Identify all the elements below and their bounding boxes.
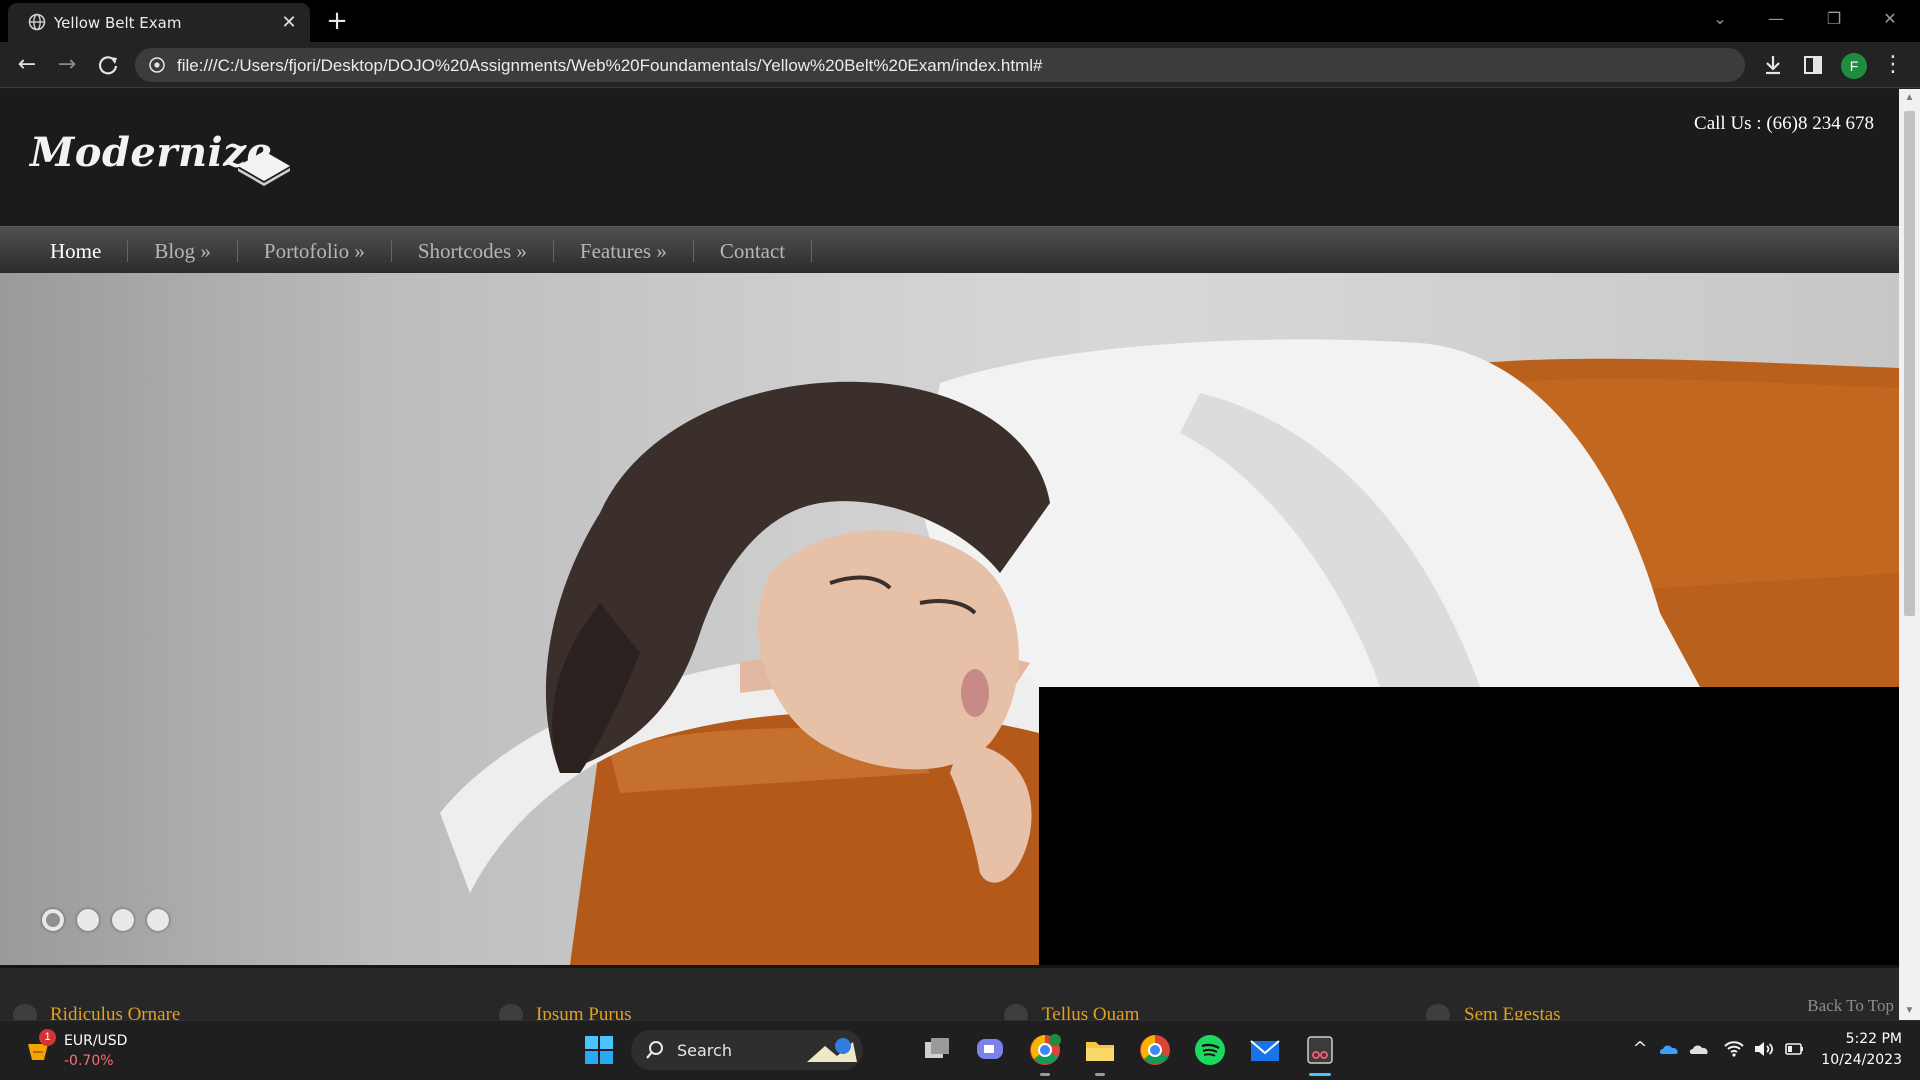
clock-time[interactable]: 5:22 PM — [1846, 1031, 1902, 1047]
running-indicator — [1095, 1073, 1105, 1076]
hero-slider — [0, 273, 1899, 965]
scrollbar-thumb[interactable] — [1904, 111, 1915, 616]
profile-avatar[interactable]: F — [1841, 53, 1867, 79]
site-header: Modernize Call Us : (66)8 234 678 — [0, 89, 1899, 226]
nav-item-shortcodes[interactable]: Shortcodes » — [392, 239, 554, 262]
search-label: Search — [677, 1041, 732, 1060]
chrome-icon[interactable] — [1138, 1033, 1172, 1067]
slide-caption-panel — [1039, 687, 1899, 965]
slider-dot-2[interactable] — [77, 909, 99, 931]
slider-dot-4[interactable] — [147, 909, 169, 931]
logo-diamond-icon — [238, 151, 290, 186]
globe-icon — [28, 13, 46, 31]
search-icon — [646, 1041, 663, 1059]
reload-icon[interactable] — [94, 51, 122, 79]
close-window-button[interactable]: ✕ — [1862, 0, 1918, 40]
taskbar-search[interactable]: Search — [631, 1030, 863, 1070]
call-us-text: Call Us : (66)8 234 678 — [1694, 113, 1874, 134]
slider-pagination — [42, 909, 182, 931]
onedrive-icon[interactable] — [1658, 1037, 1682, 1061]
task-view-icon[interactable] — [920, 1033, 954, 1067]
search-highlight-icon — [807, 1038, 857, 1062]
nav-item-portofolio[interactable]: Portofolio » — [238, 239, 392, 262]
clock-icon — [499, 1004, 523, 1020]
tab-close-icon[interactable]: ✕ — [278, 11, 300, 33]
main-navigation: Home Blog » Portofolio » Shortcodes » Fe… — [0, 226, 1899, 273]
features-row: Ridiculus Ornare Ipsum Purus Tellus Quam… — [0, 965, 1899, 1020]
windows-start-icon[interactable] — [582, 1033, 616, 1067]
url-text[interactable]: file:///C:/Users/fjori/Desktop/DOJO%20As… — [177, 56, 1043, 76]
page-viewport: Modernize Call Us : (66)8 234 678 Home B… — [0, 89, 1899, 1020]
nav-item-home[interactable]: Home — [24, 239, 129, 262]
slider-dot-3[interactable] — [112, 909, 134, 931]
spotify-icon[interactable] — [1193, 1033, 1227, 1067]
scroll-up-icon[interactable]: ▲ — [1899, 89, 1920, 107]
forward-arrow-icon[interactable]: → — [53, 51, 81, 79]
cloud-icon[interactable] — [1688, 1037, 1712, 1061]
browser-tab[interactable]: Yellow Belt Exam ✕ — [8, 3, 310, 42]
tab-search-icon[interactable]: ⌄ — [1692, 0, 1748, 40]
feature-title-3[interactable]: Tellus Quam — [1042, 1004, 1139, 1020]
ticker-symbol[interactable]: EUR/USD — [64, 1033, 127, 1049]
tray-chevron-icon[interactable]: ^ — [1628, 1037, 1652, 1061]
download-icon[interactable] — [1759, 51, 1787, 79]
feature-title-4[interactable]: Sem Egestas — [1464, 1004, 1561, 1020]
chrome-profile-icon[interactable] — [1028, 1033, 1062, 1067]
notification-badge: 1 — [39, 1029, 56, 1046]
browser-tabstrip: Yellow Belt Exam ✕ + ⌄ — ❐ ✕ — [0, 0, 1920, 42]
new-tab-button[interactable]: + — [322, 7, 352, 35]
tab-title: Yellow Belt Exam — [54, 14, 182, 32]
ticker-change[interactable]: -0.70% — [64, 1053, 114, 1069]
side-panel-icon[interactable] — [1799, 51, 1827, 79]
teams-chat-icon[interactable] — [973, 1033, 1007, 1067]
back-arrow-icon[interactable]: ← — [13, 51, 41, 79]
file-explorer-icon[interactable] — [1083, 1033, 1117, 1067]
running-indicator — [1040, 1073, 1050, 1076]
nav-item-features[interactable]: Features » — [554, 239, 694, 262]
feature-title-1[interactable]: Ridiculus Ornare — [50, 1004, 180, 1020]
refresh-icon — [1426, 1004, 1450, 1020]
wifi-icon[interactable] — [1722, 1037, 1746, 1061]
restore-button[interactable]: ❐ — [1806, 0, 1862, 40]
browser-menu-icon[interactable]: ⋮ — [1880, 51, 1906, 79]
site-info-icon[interactable] — [149, 57, 165, 73]
scroll-down-icon[interactable]: ▼ — [1899, 1002, 1920, 1020]
feature-icon-1 — [13, 1004, 37, 1020]
feature-title-2[interactable]: Ipsum Purus — [536, 1004, 632, 1020]
nav-item-contact[interactable]: Contact — [694, 239, 813, 262]
nav-item-blog[interactable]: Blog » — [128, 239, 238, 262]
battery-icon[interactable] — [1782, 1037, 1806, 1061]
volume-icon[interactable] — [1752, 1037, 1776, 1061]
address-bar[interactable]: file:///C:/Users/fjori/Desktop/DOJO%20As… — [135, 48, 1745, 82]
mail-icon[interactable] — [1248, 1033, 1282, 1067]
location-pin-icon — [1004, 1004, 1028, 1020]
active-app-indicator — [1309, 1073, 1331, 1076]
snipping-tool-icon[interactable] — [1303, 1033, 1337, 1067]
browser-toolbar: ← → file:///C:/Users/fjori/Desktop/DOJO%… — [0, 42, 1920, 88]
minimize-button[interactable]: — — [1748, 0, 1804, 40]
clock-date[interactable]: 10/24/2023 — [1821, 1052, 1902, 1068]
back-to-top-link[interactable]: Back To Top — [1807, 996, 1894, 1016]
windows-taskbar: 1 EUR/USD -0.70% Search ^ 5:22 PM 10/24/… — [0, 1020, 1920, 1080]
slider-dot-1[interactable] — [42, 909, 64, 931]
page-scrollbar[interactable]: ▲ ▼ — [1899, 89, 1920, 1020]
